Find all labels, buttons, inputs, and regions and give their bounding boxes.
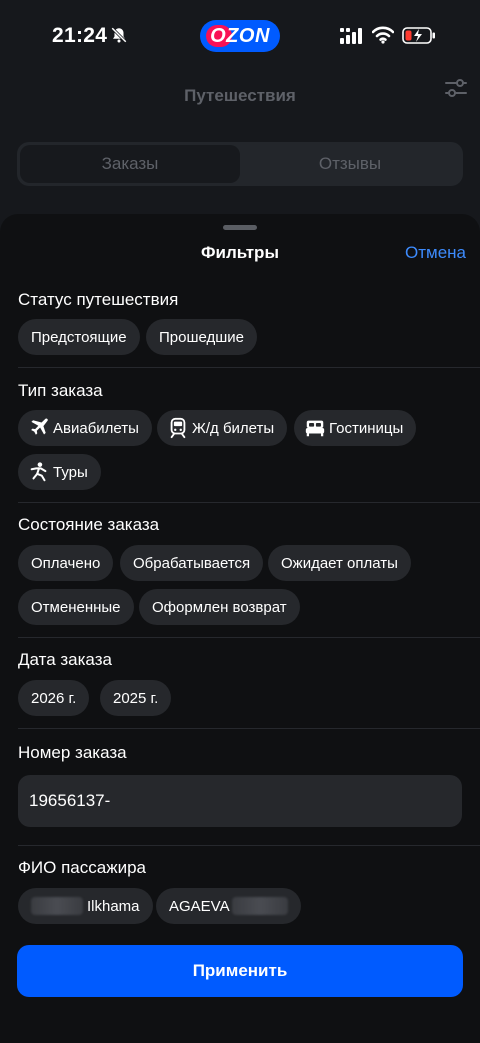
chip-label: Ж/д билеты xyxy=(192,419,275,437)
train-icon xyxy=(170,417,186,439)
battery-charging-icon xyxy=(402,27,435,44)
chip-year-2025[interactable]: 2025 г. xyxy=(100,680,172,716)
status-bar: 21:24 OZON xyxy=(0,0,480,70)
section-title-order-date: Дата заказа xyxy=(18,650,112,669)
chip-year-2026[interactable]: 2026 г. xyxy=(18,680,90,716)
apply-button[interactable]: Применить xyxy=(17,945,463,997)
order-number-input[interactable]: 19656137- xyxy=(18,775,462,827)
sheet-grabber[interactable] xyxy=(223,225,257,230)
chip-refund-issued[interactable]: Оформлен возврат xyxy=(139,589,300,625)
chip-tours[interactable]: Туры xyxy=(18,454,101,490)
status-time: 21:24 xyxy=(52,24,108,47)
divider xyxy=(18,728,480,729)
redacted-text xyxy=(231,897,288,915)
chip-label: Ilkhama xyxy=(87,897,140,915)
chip-cancelled[interactable]: Отмененные xyxy=(18,589,134,625)
section-title-passenger-name: ФИО пассажира xyxy=(18,858,146,877)
chip-passenger-2[interactable]: AGAEVA xyxy=(156,888,301,924)
person-tour-icon xyxy=(30,462,47,482)
tabs-segmented-control: Заказы Отзывы xyxy=(17,142,463,186)
chip-label: Гостиницы xyxy=(329,419,404,437)
page-title: Путешествия xyxy=(184,86,296,105)
filter-settings-icon[interactable] xyxy=(444,76,468,100)
chip-passenger-1[interactable]: Ilkhama xyxy=(18,888,153,924)
chip-awaiting-payment[interactable]: Ожидает оплаты xyxy=(268,545,411,581)
divider xyxy=(18,637,480,638)
screen: 21:24 OZON Путешествия Заказы Отзывы Фил… xyxy=(0,0,480,1043)
section-title-trip-status: Статус путешествия xyxy=(18,290,179,309)
chip-paid[interactable]: Оплачено xyxy=(18,545,114,581)
section-title-order-type: Тип заказа xyxy=(18,381,103,400)
chip-label: AGAEVA xyxy=(169,897,230,915)
chip-hotels[interactable]: Гостиницы xyxy=(294,410,417,446)
bed-icon xyxy=(305,420,325,437)
tab-orders[interactable]: Заказы xyxy=(20,145,240,183)
redacted-text xyxy=(31,897,83,915)
plane-icon xyxy=(31,418,48,435)
ozon-logo: OZON xyxy=(200,20,280,52)
chip-label: Туры xyxy=(53,463,88,481)
divider xyxy=(18,502,480,503)
tab-reviews[interactable]: Отзывы xyxy=(240,145,460,183)
chip-label: Авиабилеты xyxy=(53,419,139,437)
cancel-button[interactable]: Отмена xyxy=(405,243,466,263)
cellular-signal-icon xyxy=(340,28,362,44)
divider xyxy=(18,845,480,846)
chip-processing[interactable]: Обрабатывается xyxy=(120,545,264,581)
section-title-order-state: Состояние заказа xyxy=(18,515,160,534)
chip-upcoming[interactable]: Предстоящие xyxy=(18,319,140,355)
wifi-icon xyxy=(372,26,394,44)
bell-muted-icon xyxy=(111,27,127,43)
chip-train-tickets[interactable]: Ж/д билеты xyxy=(157,410,288,446)
chip-past[interactable]: Прошедшие xyxy=(146,319,258,355)
logo-text: OZON xyxy=(210,24,270,47)
section-title-order-number: Номер заказа xyxy=(18,743,127,762)
divider xyxy=(18,367,480,368)
chip-flights[interactable]: Авиабилеты xyxy=(18,410,152,446)
